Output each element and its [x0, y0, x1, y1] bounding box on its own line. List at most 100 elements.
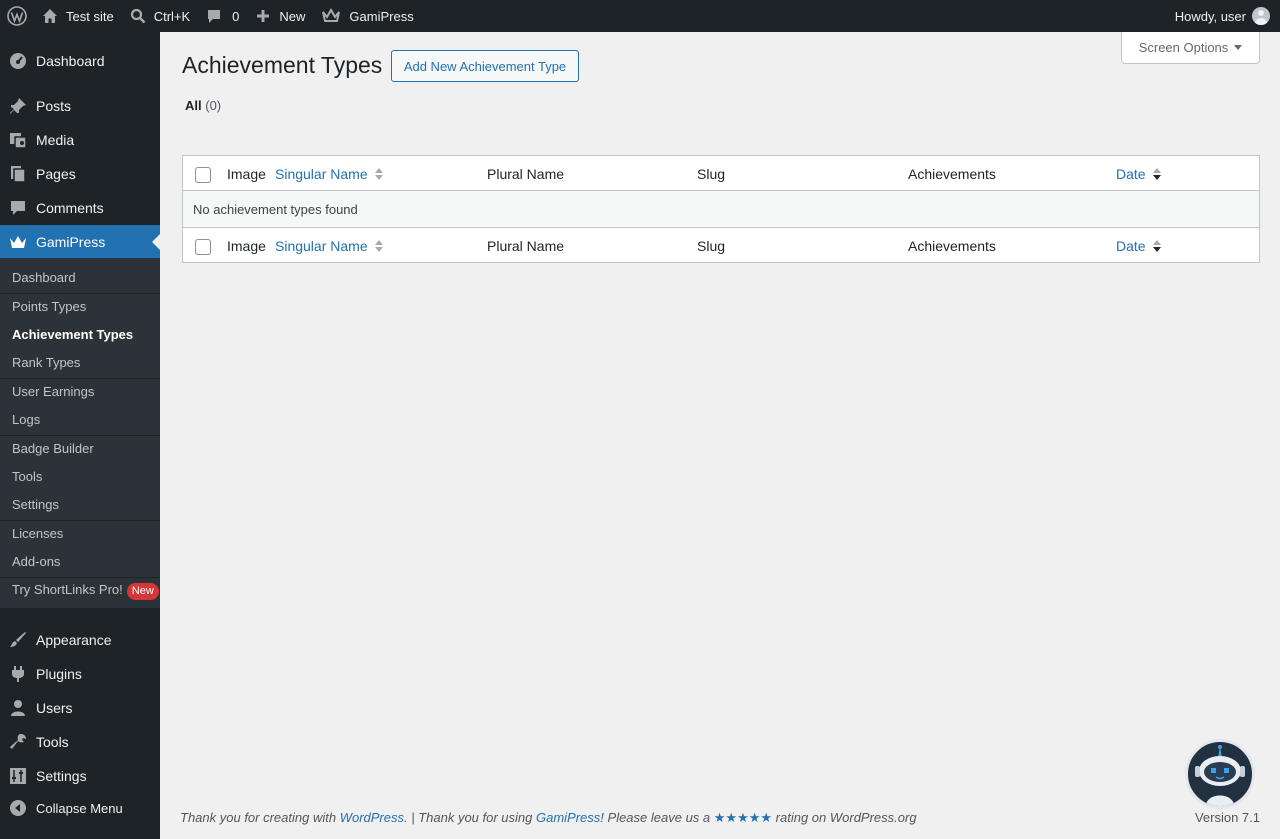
submenu-divider [0, 378, 160, 379]
crown-icon [321, 8, 341, 24]
comment-icon [0, 191, 36, 225]
submenu-licenses[interactable]: Licenses [12, 526, 63, 541]
sidebar-item-gamipress[interactable]: GamiPress [0, 225, 160, 259]
footer-text: . | Thank you for using [404, 810, 536, 825]
collapse-icon [0, 791, 36, 825]
empty-message: No achievement types found [193, 201, 358, 217]
column-singular-name-label: Singular Name [275, 166, 368, 182]
column-date[interactable]: Date [1116, 228, 1162, 264]
home-icon [42, 8, 58, 24]
submenu-rank-types[interactable]: Rank Types [12, 355, 80, 370]
column-date[interactable]: Date [1116, 156, 1162, 192]
column-image: Image [227, 166, 266, 182]
footer-text: Thank you for creating with [180, 810, 340, 825]
user-icon [0, 691, 36, 725]
new-content-link[interactable]: New [247, 0, 313, 32]
comments-count: 0 [232, 8, 240, 24]
sidebar-item-users[interactable]: Users [0, 691, 160, 725]
assistant-bot-icon[interactable] [1185, 739, 1255, 809]
sort-desc-icon [1152, 167, 1162, 181]
column-achievements: Achievements [908, 166, 996, 182]
submenu-tools[interactable]: Tools [12, 469, 42, 484]
wrench-icon [0, 725, 36, 759]
site-name: Test site [66, 8, 114, 24]
avatar [1252, 7, 1270, 25]
column-singular-name[interactable]: Singular Name [275, 156, 384, 192]
table-row: No achievement types found [182, 191, 1260, 227]
screen-options-button[interactable]: Screen Options [1121, 32, 1260, 64]
submenu-logs[interactable]: Logs [12, 412, 40, 427]
sliders-icon [0, 759, 36, 793]
column-slug: Slug [697, 238, 726, 254]
comments-link[interactable]: 0 [198, 0, 247, 32]
sidebar-item-appearance[interactable]: Appearance [0, 623, 160, 657]
sidebar-item-plugins[interactable]: Plugins [0, 657, 160, 691]
try-shortlinks-label: Try ShortLinks Pro! [12, 582, 123, 597]
column-date-label: Date [1116, 166, 1146, 182]
my-account[interactable]: Howdy, user [1175, 0, 1280, 32]
select-all-checkbox[interactable] [195, 167, 211, 183]
gamipress-link[interactable]: GamiPress [536, 810, 600, 825]
submenu-divider [0, 520, 160, 521]
admin-sidebar: Dashboard Posts Media Pages Comments Gam… [0, 32, 160, 839]
column-slug: Slug [697, 166, 726, 182]
footer-text: ! Please leave us a [600, 810, 714, 825]
dashboard-icon [0, 44, 36, 78]
column-singular-name[interactable]: Singular Name [275, 228, 384, 264]
column-achievements: Achievements [908, 238, 996, 254]
search-shortcut[interactable]: Ctrl+K [122, 0, 198, 32]
plus-icon [255, 8, 271, 24]
submenu-badge-builder[interactable]: Badge Builder [12, 441, 94, 456]
search-shortcut-label: Ctrl+K [153, 8, 191, 24]
submenu-divider [0, 577, 160, 578]
column-plural-name: Plural Name [487, 166, 565, 182]
table-footer-row: Image Singular Name Plural Name Slug Ach… [182, 227, 1260, 263]
submenu-try-shortlinks[interactable]: Try ShortLinks Pro! New [12, 582, 159, 600]
sidebar-item-settings[interactable]: Settings [0, 759, 160, 793]
submenu-settings[interactable]: Settings [12, 497, 59, 512]
sidebar-item-dashboard[interactable]: Dashboard [0, 44, 160, 78]
wordpress-link[interactable]: WordPress [340, 810, 404, 825]
sort-desc-icon [1152, 239, 1162, 253]
submenu-points-types[interactable]: Points Types [12, 299, 86, 314]
wordpress-logo-icon[interactable] [0, 0, 34, 32]
admin-bar: Test site Ctrl+K 0 New GamiPress Howdy, … [0, 0, 1280, 32]
media-icon [0, 123, 36, 157]
filter-all-count: (0) [205, 98, 222, 113]
brush-icon [0, 623, 36, 657]
submenu-user-earnings[interactable]: User Earnings [12, 384, 94, 399]
sidebar-item-comments[interactable]: Comments [0, 191, 160, 225]
filter-all-link[interactable]: All (0) [185, 98, 221, 113]
caret-down-icon [1234, 45, 1243, 50]
submenu-add-ons[interactable]: Add-ons [12, 554, 60, 569]
submenu-divider [0, 293, 160, 294]
sidebar-item-pages[interactable]: Pages [0, 157, 160, 191]
gamipress-link[interactable]: GamiPress [313, 0, 421, 32]
collapse-menu-button[interactable]: Collapse Menu [0, 791, 160, 825]
pin-icon [0, 89, 36, 123]
site-name-link[interactable]: Test site [34, 0, 122, 32]
select-all-checkbox[interactable] [195, 239, 211, 255]
pages-icon [0, 157, 36, 191]
sidebar-item-posts[interactable]: Posts [0, 89, 160, 123]
submenu-achievement-types[interactable]: Achievement Types [12, 327, 133, 342]
new-label: New [279, 8, 306, 24]
column-singular-name-label: Singular Name [275, 238, 368, 254]
new-badge: New [126, 583, 159, 600]
filter-all-label: All [185, 98, 202, 113]
comment-icon [206, 8, 222, 24]
sidebar-item-tools[interactable]: Tools [0, 725, 160, 759]
greeting: Howdy, user [1174, 8, 1246, 24]
page-title: Achievement Types [182, 52, 383, 78]
sort-icon [374, 239, 384, 253]
gamipress-submenu: Dashboard Points Types Achievement Types… [0, 258, 160, 608]
rating-stars-link[interactable]: ★★★★★ [714, 810, 772, 825]
add-new-achievement-type-button[interactable]: Add New Achievement Type [391, 50, 579, 82]
table-header-row: Image Singular Name Plural Name Slug Ach… [182, 155, 1260, 191]
crown-icon [0, 225, 36, 259]
sidebar-item-media[interactable]: Media [0, 123, 160, 157]
plug-icon [0, 657, 36, 691]
version-text: Version 7.1 [1194, 810, 1260, 825]
submenu-dashboard[interactable]: Dashboard [12, 270, 76, 285]
column-date-label: Date [1116, 238, 1146, 254]
